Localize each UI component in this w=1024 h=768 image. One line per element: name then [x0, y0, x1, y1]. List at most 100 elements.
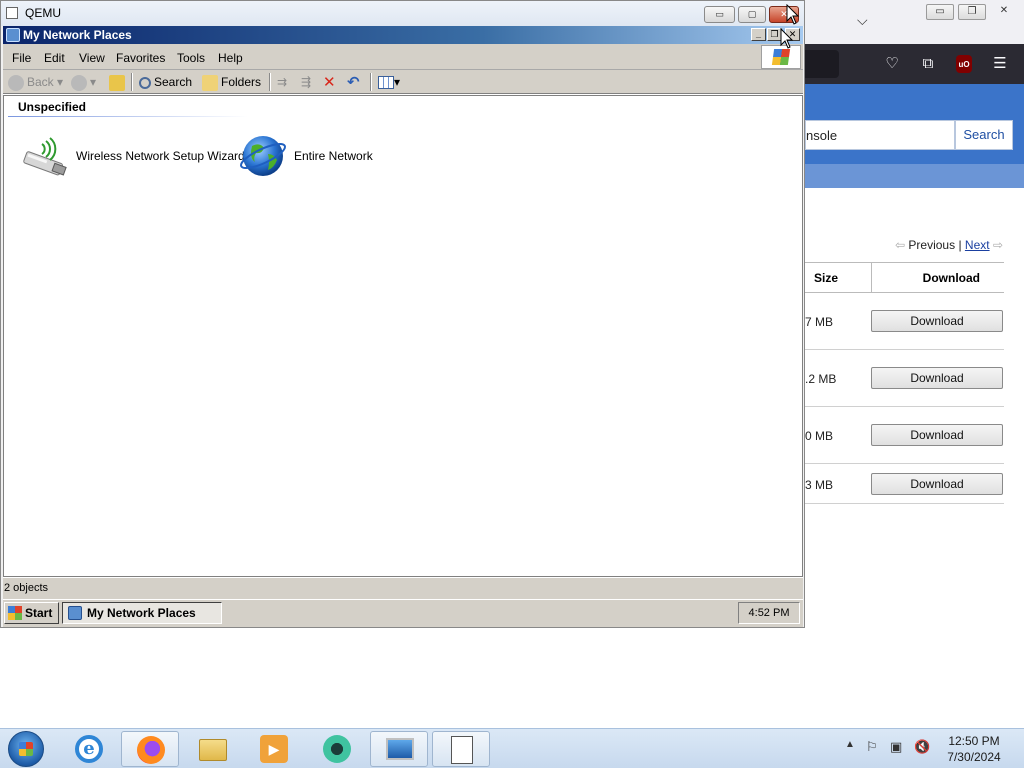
- browser-close-button[interactable]: ✕: [990, 4, 1018, 20]
- tab-list-chevron-icon[interactable]: ⌵: [857, 12, 868, 29]
- taskbar-pin-media-player[interactable]: ▶: [245, 731, 303, 767]
- xp-minimize-button[interactable]: _: [751, 28, 766, 41]
- forward-arrow-icon: [71, 74, 87, 91]
- menu-view[interactable]: View: [79, 51, 105, 65]
- xp-window-title: My Network Places: [23, 28, 132, 42]
- folder-content: Unspecified Wireless Network Setup Wizar…: [3, 95, 803, 577]
- folders-button[interactable]: Folders: [202, 74, 261, 91]
- start-button[interactable]: Start: [4, 602, 59, 624]
- entire-network-item[interactable]: Entire Network: [238, 132, 378, 180]
- site-search-input[interactable]: nsole: [805, 120, 955, 150]
- browser-minimize-button[interactable]: ▭: [926, 4, 954, 20]
- folder-icon: [199, 739, 227, 761]
- group-divider: [8, 116, 248, 117]
- download-button[interactable]: Download: [871, 367, 1003, 389]
- folders-icon: [202, 74, 218, 91]
- menu-icon[interactable]: ☰: [990, 54, 1010, 74]
- status-bar: 2 objects: [3, 577, 803, 599]
- extensions-icon[interactable]: ⧉: [918, 54, 938, 74]
- move-to-button[interactable]: ⇉: [277, 74, 287, 91]
- start-orb[interactable]: [8, 731, 44, 767]
- forward-button[interactable]: ▾: [71, 74, 96, 91]
- file-size: 0 MB: [805, 429, 834, 443]
- internet-explorer-icon: e: [75, 735, 103, 763]
- xp-titlebar[interactable]: My Network Places _ ❐ ✕: [3, 26, 803, 44]
- menu-tools[interactable]: Tools: [177, 51, 205, 65]
- up-folder-button[interactable]: [109, 74, 128, 91]
- action-center-flag-icon[interactable]: ⚐: [866, 739, 878, 755]
- back-arrow-icon: [8, 74, 24, 91]
- network-icon[interactable]: ▣: [890, 739, 902, 755]
- size-column-header: Size: [805, 262, 871, 293]
- toolbar-separator: [370, 73, 372, 91]
- clock-time: 12:50 PM: [948, 734, 1000, 748]
- menu-edit[interactable]: Edit: [44, 51, 65, 65]
- views-icon: [378, 76, 394, 90]
- search-icon: [139, 76, 151, 89]
- app-icon: [323, 735, 351, 763]
- volume-muted-icon[interactable]: 🔇: [914, 739, 930, 755]
- qemu-titlebar[interactable]: QEMU ▭ ▢ ✕: [1, 1, 804, 26]
- url-bar[interactable]: [805, 50, 839, 78]
- show-hidden-icons-chevron-icon[interactable]: ▲: [845, 739, 855, 750]
- download-button[interactable]: Download: [871, 424, 1003, 446]
- taskbar-pin-explorer[interactable]: [184, 731, 242, 767]
- wireless-setup-wizard-item[interactable]: Wireless Network Setup Wizard: [18, 132, 245, 180]
- taskbar-pin-document[interactable]: [432, 731, 490, 767]
- views-button[interactable]: ▾: [378, 74, 400, 91]
- menu-file[interactable]: File: [12, 51, 31, 65]
- object-count: 2 objects: [4, 582, 49, 594]
- browser-toolbar: ♡ ⧉ uO ☰: [805, 44, 1024, 84]
- delete-icon[interactable]: ✕: [323, 74, 336, 91]
- taskbar-pin-qemu[interactable]: [370, 731, 428, 767]
- clock-date: 7/30/2024: [947, 750, 1001, 764]
- network-places-window: My Network Places _ ❐ ✕ File Edit View F…: [3, 26, 803, 599]
- host-clock[interactable]: 12:50 PM 7/30/2024: [940, 733, 1008, 765]
- browser-window: ⌵ ▭ ❐ ✕ ♡ ⧉ uO ☰ nsole Search ⇦ Previous…: [805, 0, 1024, 728]
- previous-link[interactable]: Previous: [908, 238, 955, 252]
- mouse-cursor-icon: [786, 4, 800, 25]
- file-size: 7 MB: [805, 315, 834, 329]
- toolbar-separator: [269, 73, 271, 91]
- globe-icon: [240, 136, 286, 176]
- search-button[interactable]: Search: [139, 74, 192, 91]
- menu-favorites[interactable]: Favorites: [116, 51, 165, 65]
- download-button[interactable]: Download: [871, 310, 1003, 332]
- taskbar-pin-ie[interactable]: e: [60, 731, 118, 767]
- menu-help[interactable]: Help: [218, 51, 243, 65]
- menu-bar: File Edit View Favorites Tools Help: [3, 44, 803, 70]
- taskbar-pin-firefox[interactable]: [121, 731, 179, 767]
- taskbar-task-network-places[interactable]: My Network Places: [62, 602, 222, 624]
- undo-icon[interactable]: ↶: [347, 74, 360, 91]
- host-taskbar: e ▶ ▲ ⚐ ▣ 🔇 12:50 PM 7/30/2024: [0, 728, 1024, 768]
- browser-restore-button[interactable]: ❐: [958, 4, 986, 20]
- file-size: .2 MB: [805, 372, 837, 386]
- mouse-cursor-icon: [780, 28, 794, 49]
- next-link[interactable]: Next: [965, 238, 990, 252]
- pocket-icon[interactable]: ♡: [882, 54, 902, 74]
- browser-titlebar: ⌵ ▭ ❐ ✕: [805, 0, 1024, 44]
- windows-logo-icon: [8, 606, 22, 620]
- copy-to-button[interactable]: ⇶: [301, 74, 311, 91]
- taskbar-pin-app[interactable]: [308, 731, 366, 767]
- qemu-app-icon: [6, 7, 18, 19]
- item-label: Wireless Network Setup Wizard: [76, 149, 245, 163]
- toolbar-separator: [131, 73, 133, 91]
- network-places-icon: [6, 28, 20, 42]
- group-header: Unspecified: [18, 100, 87, 114]
- site-nav-strip: [805, 164, 1024, 188]
- guest-clock: 4:52 PM: [738, 602, 800, 624]
- network-places-icon: [68, 606, 82, 620]
- qemu-minimize-button[interactable]: ▭: [704, 6, 735, 23]
- back-button[interactable]: Back ▾: [8, 74, 63, 91]
- next-arrow-icon: ⇨: [992, 238, 1003, 252]
- site-search-button[interactable]: Search: [955, 120, 1013, 150]
- up-folder-icon: [109, 74, 125, 91]
- table-row: 0 MB Download: [805, 407, 1004, 464]
- download-button[interactable]: Download: [871, 473, 1003, 495]
- table-row: 7 MB Download: [805, 293, 1004, 350]
- ublock-icon[interactable]: uO: [956, 55, 972, 73]
- download-column-header: Download: [871, 262, 1004, 293]
- qemu-maximize-button[interactable]: ▢: [738, 6, 766, 23]
- table-row: 3 MB Download: [805, 464, 1004, 504]
